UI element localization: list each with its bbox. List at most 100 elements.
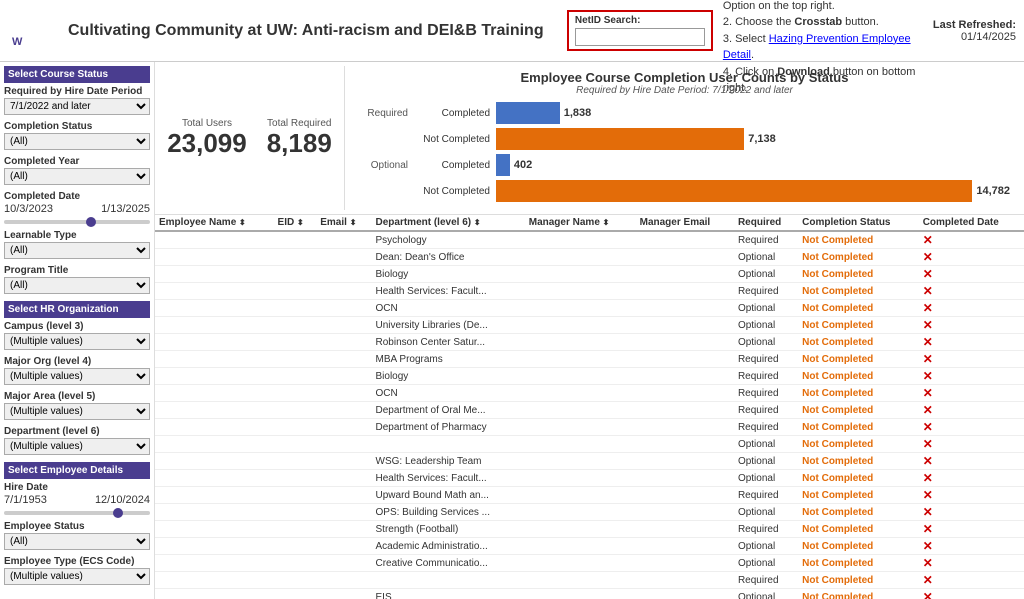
table-row: Strength (Football)RequiredNot Completed…	[155, 521, 1024, 538]
cell-manager	[525, 402, 636, 419]
chart-row-0: Required Completed 1,838	[359, 102, 1010, 124]
cell-email	[316, 470, 371, 487]
total-users-box: Total Users 23,099	[167, 118, 247, 158]
netid-label: NetID Search:	[575, 15, 705, 26]
cell-dept: Biology	[372, 266, 525, 283]
cell-manager	[525, 385, 636, 402]
hire-date-min: 7/1/1953	[4, 494, 47, 506]
cell-eid	[274, 283, 317, 300]
cell-required: Optional	[734, 470, 798, 487]
cell-email	[316, 368, 371, 385]
x-mark-icon: ✕	[923, 437, 933, 451]
cell-status: Not Completed	[798, 487, 919, 504]
required-select[interactable]: 7/1/2022 and later	[4, 98, 150, 115]
col-completion-status: Completion Status	[798, 215, 919, 231]
cell-eid	[274, 555, 317, 572]
cell-manager	[525, 231, 636, 249]
cell-dept: OPS: Building Services ...	[372, 504, 525, 521]
cell-date: ✕	[919, 538, 1024, 555]
major-org-select[interactable]: (Multiple values)	[4, 368, 150, 385]
x-mark-icon: ✕	[923, 335, 933, 349]
cell-dept: WSG: Leadership Team	[372, 453, 525, 470]
cell-required: Required	[734, 385, 798, 402]
program-title-select[interactable]: (All)	[4, 277, 150, 294]
cell-manager	[525, 283, 636, 300]
cell-date: ✕	[919, 368, 1024, 385]
data-table: Employee Name ⬍ EID ⬍ Email ⬍ Department…	[155, 215, 1024, 599]
completed-year-select[interactable]: (All)	[4, 168, 150, 185]
last-refreshed: Last Refreshed: 01/14/2025	[933, 19, 1016, 43]
table-row: Department of PharmacyRequiredNot Comple…	[155, 419, 1024, 436]
x-mark-icon: ✕	[923, 590, 933, 599]
cell-date: ✕	[919, 266, 1024, 283]
chart-category-2: Optional	[359, 160, 414, 171]
cell-eid	[274, 249, 317, 266]
netid-input[interactable]	[575, 28, 705, 46]
department-select[interactable]: (Multiple values)	[4, 438, 150, 455]
chart-bar-wrap-3: 14,782	[496, 180, 1010, 202]
major-area-label: Major Area (level 5)	[4, 391, 150, 402]
total-users-value: 23,099	[167, 129, 247, 158]
major-area-select[interactable]: (Multiple values)	[4, 403, 150, 420]
hire-date-slider[interactable]	[4, 511, 150, 515]
cell-required: Optional	[734, 453, 798, 470]
completed-date-range: 10/3/2023 1/13/2025	[4, 203, 150, 215]
col-email[interactable]: Email ⬍	[316, 215, 371, 231]
stats-inner: Total Users 23,099 Total Required 8,189	[167, 118, 332, 158]
campus-select[interactable]: (Multiple values)	[4, 333, 150, 350]
chart-sublabel-0: Completed	[414, 108, 496, 119]
chart-row-3: Not Completed 14,782	[359, 180, 1010, 202]
netid-search-container: NetID Search:	[567, 10, 713, 51]
cell-manager	[525, 249, 636, 266]
x-mark-icon: ✕	[923, 386, 933, 400]
cell-eid	[274, 453, 317, 470]
col-eid[interactable]: EID ⬍	[274, 215, 317, 231]
cell-name	[155, 300, 274, 317]
cell-required: Optional	[734, 436, 798, 453]
cell-email	[316, 572, 371, 589]
employee-type-select[interactable]: (Multiple values)	[4, 568, 150, 585]
department-label: Department (level 6)	[4, 426, 150, 437]
cell-manager-email	[636, 317, 734, 334]
cell-email	[316, 436, 371, 453]
cell-name	[155, 351, 274, 368]
cell-date: ✕	[919, 351, 1024, 368]
cell-manager-email	[636, 538, 734, 555]
cell-dept: Dean: Dean's Office	[372, 249, 525, 266]
chart-sublabel-2: Completed	[414, 160, 496, 171]
table-row: RequiredNot Completed✕	[155, 572, 1024, 589]
cell-date: ✕	[919, 487, 1024, 504]
chart-bar-wrap-0: 1,838	[496, 102, 1010, 124]
cell-email	[316, 555, 371, 572]
completion-status-select[interactable]: (All)	[4, 133, 150, 150]
col-department[interactable]: Department (level 6) ⬍	[372, 215, 525, 231]
cell-date: ✕	[919, 385, 1024, 402]
cell-manager-email	[636, 300, 734, 317]
sidebar: Select Course Status Required by Hire Da…	[0, 62, 155, 599]
cell-manager	[525, 538, 636, 555]
cell-required: Optional	[734, 504, 798, 521]
export-step-2: 2. Choose the Crosstab button.	[723, 14, 923, 31]
cell-required: Required	[734, 521, 798, 538]
hire-date-max: 12/10/2024	[95, 494, 150, 506]
cell-status: Not Completed	[798, 589, 919, 599]
cell-eid	[274, 521, 317, 538]
completed-year-label: Completed Year	[4, 156, 150, 167]
cell-required: Optional	[734, 334, 798, 351]
learnable-type-select[interactable]: (All)	[4, 242, 150, 259]
cell-manager-email	[636, 419, 734, 436]
employee-status-select[interactable]: (All)	[4, 533, 150, 550]
col-employee-name[interactable]: Employee Name ⬍	[155, 215, 274, 231]
learnable-type-label: Learnable Type	[4, 230, 150, 241]
col-manager-name[interactable]: Manager Name ⬍	[525, 215, 636, 231]
completed-date-slider[interactable]	[4, 220, 150, 224]
cell-required: Optional	[734, 249, 798, 266]
cell-required: Required	[734, 572, 798, 589]
table-row: OPS: Building Services ...OptionalNot Co…	[155, 504, 1024, 521]
x-mark-icon: ✕	[923, 318, 933, 332]
cell-dept: Strength (Football)	[372, 521, 525, 538]
cell-manager	[525, 351, 636, 368]
x-mark-icon: ✕	[923, 250, 933, 264]
cell-status: Not Completed	[798, 334, 919, 351]
cell-status: Not Completed	[798, 402, 919, 419]
